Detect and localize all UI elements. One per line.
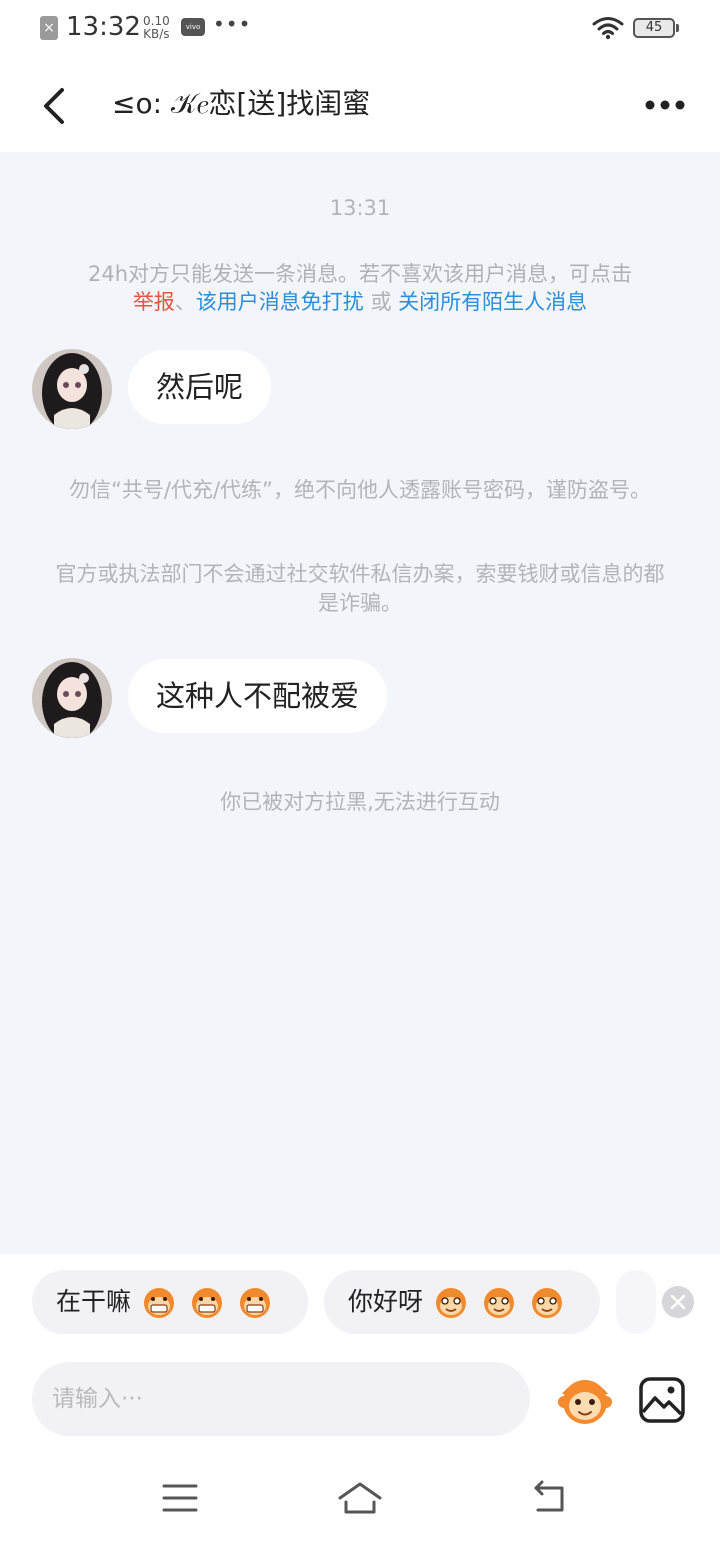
account-safety-warning: 勿信“共号/代充/代练”，绝不向他人透露账号密码，谨防盗号。 xyxy=(69,478,651,502)
wifi-icon xyxy=(592,17,624,40)
status-bar: × 13:32 0.10 KB/s vivo ••• 45 xyxy=(0,0,720,60)
network-speed-unit: KB/s xyxy=(143,27,170,41)
quick-reply-chip-partial[interactable] xyxy=(616,1270,656,1334)
quick-reply-text: 你好呀 xyxy=(348,1287,424,1316)
smile-monkey-icon xyxy=(532,1288,563,1318)
chat-title: ≤o: 𝒦𝑒恋[送]找闺蜜 xyxy=(112,87,371,120)
avatar[interactable] xyxy=(32,658,112,738)
status-time: 13:32 xyxy=(66,12,141,42)
avatar-doll-icon xyxy=(32,349,112,429)
quick-reply-chip[interactable]: 你好呀 xyxy=(324,1270,600,1334)
menu-icon[interactable] xyxy=(158,1476,202,1520)
back-nav-icon[interactable] xyxy=(528,1476,572,1520)
network-speed: 0.10 KB/s xyxy=(143,15,170,41)
back-button[interactable] xyxy=(36,84,76,128)
blocked-notice: 你已被对方拉黑,无法进行互动 xyxy=(220,790,500,814)
input-bar xyxy=(0,1354,720,1450)
message-input[interactable] xyxy=(32,1362,530,1436)
stranger-notice-text: 24h对方只能发送一条消息。若不喜欢该用户消息，可点击 xyxy=(87,262,633,286)
notice-separator: 、 xyxy=(174,290,196,314)
message-bubble[interactable]: 这种人不配被爱 xyxy=(128,659,388,733)
notification-close-icon: × xyxy=(40,16,58,40)
do-not-disturb-link[interactable]: 该用户消息免打扰 xyxy=(196,290,364,314)
carrier-badge: vivo xyxy=(181,18,205,36)
close-quick-replies-button[interactable] xyxy=(662,1286,694,1318)
chat-area[interactable]: 13:31 24h对方只能发送一条消息。若不喜欢该用户消息，可点击 举报、该用户… xyxy=(0,152,720,1252)
notice-or: 或 xyxy=(363,290,399,314)
image-picker-button[interactable] xyxy=(638,1376,686,1424)
smile-monkey-icon xyxy=(484,1288,515,1318)
battery-tip xyxy=(676,24,679,32)
home-icon[interactable] xyxy=(336,1476,384,1520)
close-stranger-messages-link[interactable]: 关闭所有陌生人消息 xyxy=(398,290,587,314)
quick-reply-bar: 在干嘛 你好呀 xyxy=(0,1254,720,1354)
grin-monkey-icon xyxy=(192,1288,223,1318)
system-nav-bar xyxy=(0,1450,720,1544)
avatar[interactable] xyxy=(32,349,112,429)
quick-reply-text: 在干嘛 xyxy=(56,1287,132,1316)
battery-indicator: 45 xyxy=(633,18,675,38)
message-timestamp: 13:31 xyxy=(329,196,391,220)
more-options-button[interactable] xyxy=(640,90,690,120)
chat-header: ≤o: 𝒦𝑒恋[送]找闺蜜 xyxy=(0,60,720,152)
grin-monkey-icon xyxy=(144,1288,175,1318)
more-notifications-icon: ••• xyxy=(213,12,252,36)
avatar-doll-icon xyxy=(32,658,112,738)
message-bubble[interactable]: 然后呢 xyxy=(128,350,272,424)
report-link[interactable]: 举报 xyxy=(133,290,175,314)
grin-monkey-icon xyxy=(240,1288,271,1318)
emoji-monkey-button[interactable] xyxy=(554,1372,616,1428)
smile-monkey-icon xyxy=(436,1288,467,1318)
fraud-warning: 官方或执法部门不会通过社交软件私信办案，索要钱财或信息的都是诈骗。 xyxy=(55,562,665,615)
stranger-notice: 24h对方只能发送一条消息。若不喜欢该用户消息，可点击 举报、该用户消息免打扰 … xyxy=(40,260,680,316)
quick-reply-chip[interactable]: 在干嘛 xyxy=(32,1270,308,1334)
